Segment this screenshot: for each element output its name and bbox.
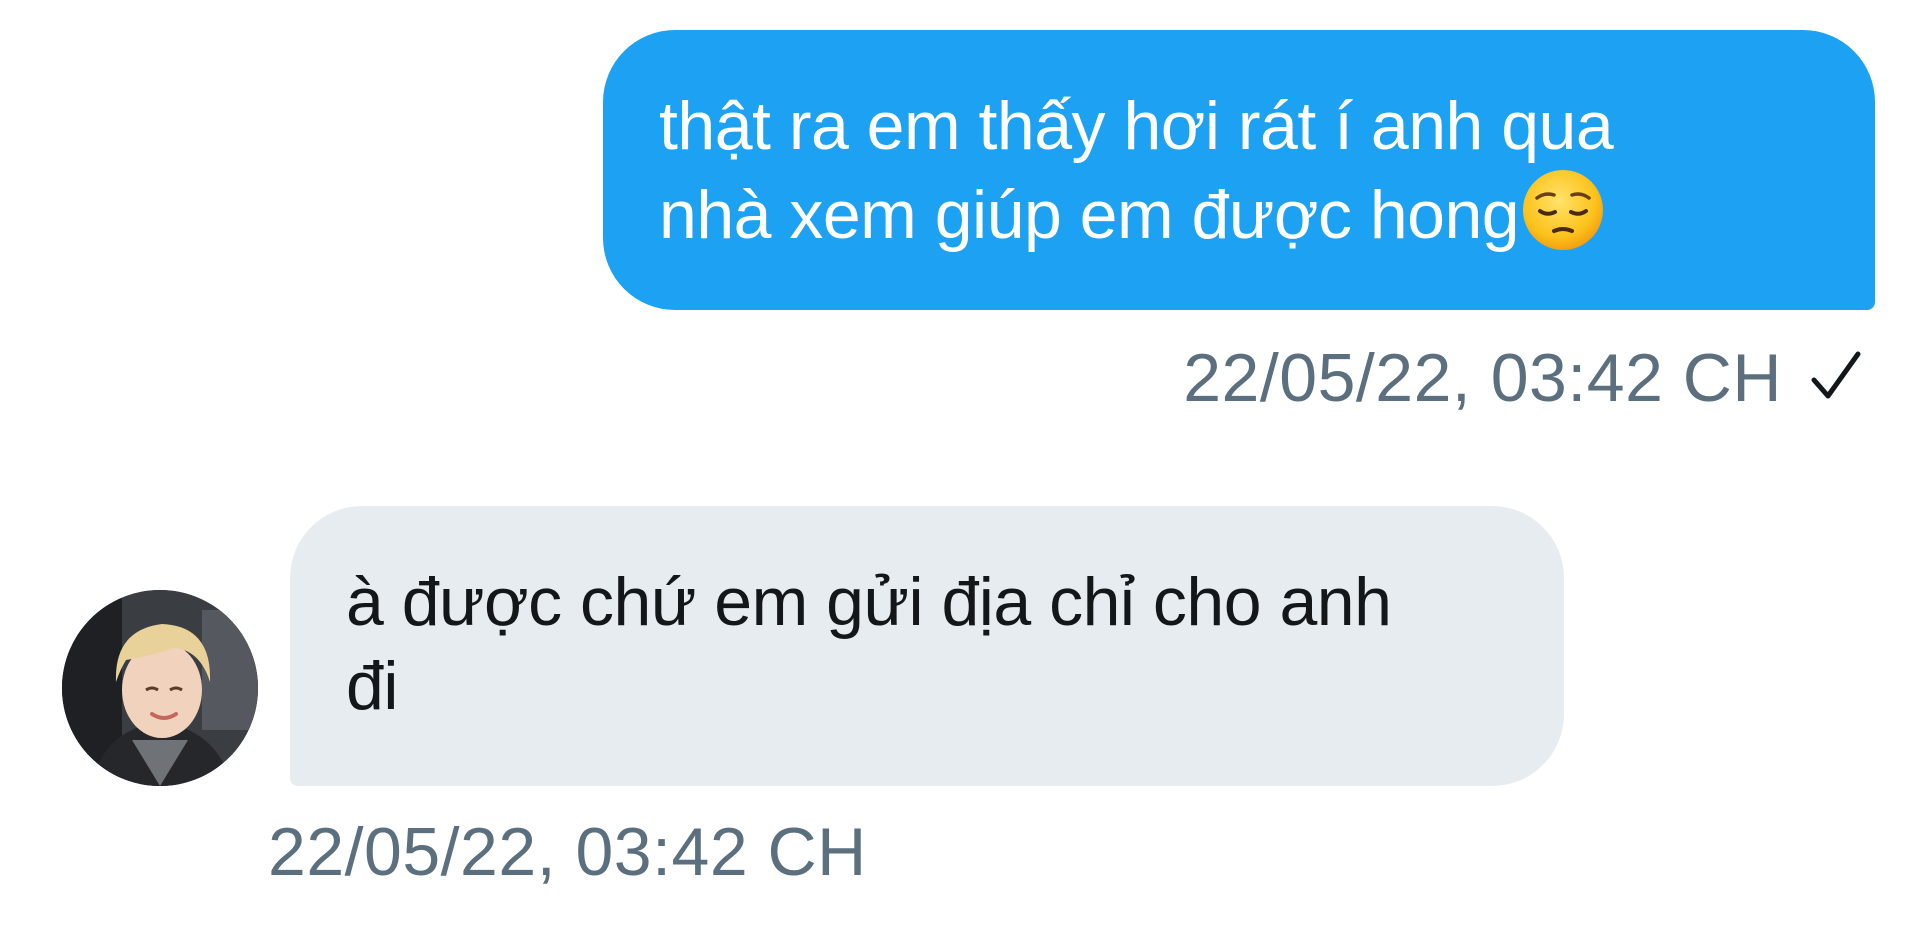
user-avatar[interactable] — [62, 590, 258, 786]
outgoing-message-bubble[interactable]: thật ra em thấy hơi rát í anh qua nhà xe… — [603, 30, 1875, 310]
message-text-line: à được chứ em gửi địa chỉ cho anh — [346, 564, 1392, 640]
outgoing-message-timestamp: 22/05/22, 03:42 CH — [1183, 340, 1782, 416]
message-text-line: đi — [346, 648, 398, 724]
conversation-thread: thật ra em thấy hơi rát í anh qua nhà xe… — [0, 0, 1920, 941]
incoming-message-timestamp: 22/05/22, 03:42 CH — [268, 814, 867, 890]
message-text-fragment: nhà xem giúp em được hong — [659, 177, 1520, 253]
message-text-line: thật ra em thấy hơi rát í anh qua — [659, 88, 1614, 164]
avatar-image — [62, 590, 258, 786]
pensive-face-icon — [1521, 168, 1605, 252]
incoming-message-bubble[interactable]: à được chứ em gửi địa chỉ cho anh đi — [290, 506, 1564, 786]
message-text-line: nhà xem giúp em được hong — [659, 168, 1835, 257]
checkmark-icon — [1806, 340, 1866, 410]
